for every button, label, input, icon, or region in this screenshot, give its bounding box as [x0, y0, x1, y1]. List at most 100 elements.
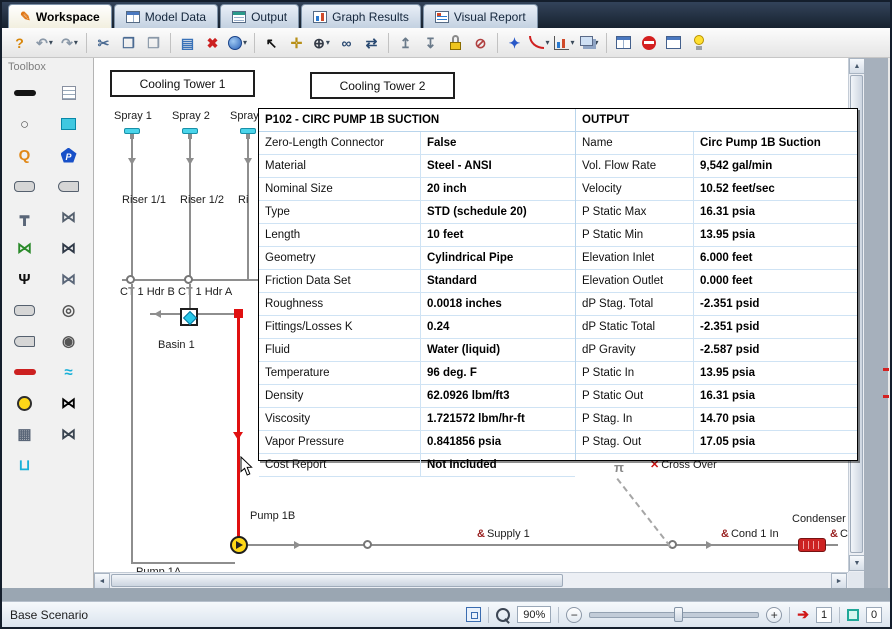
cooling-tower-1-box[interactable]: Cooling Tower 1 — [110, 70, 255, 97]
screen-tool[interactable]: ◉ — [54, 331, 84, 351]
venturi-tool[interactable] — [10, 331, 40, 351]
pipe-outlet-button[interactable]: ↧ — [419, 31, 442, 55]
horizontal-scrollbar[interactable]: ◄ ► — [94, 572, 848, 589]
workspace-layers-button[interactable]: ▾ — [578, 31, 601, 55]
pump-tool[interactable] — [10, 393, 40, 413]
zoom-out-button[interactable]: − — [566, 606, 583, 623]
workspace-layers-dropdown-icon[interactable]: ▾ — [594, 38, 598, 47]
tab-output[interactable]: Output — [220, 4, 300, 28]
copy-button[interactable]: ❐ — [117, 31, 140, 55]
spray-discharge-tool[interactable]: Ψ — [10, 269, 40, 289]
pipe-crossover-dashed[interactable] — [616, 478, 671, 548]
spray-node-2[interactable] — [182, 128, 198, 139]
crossover-valve-icon[interactable]: π — [614, 460, 624, 475]
zoom-button[interactable]: ⊕ ▾ — [310, 31, 333, 55]
lock-button[interactable] — [444, 31, 467, 55]
special-conditions-button[interactable]: ⊘ — [469, 31, 492, 55]
graph-results-icon — [313, 10, 328, 23]
jet-pump-tool[interactable] — [10, 362, 40, 382]
swap-button[interactable]: ⇄ — [360, 31, 383, 55]
horizontal-scrollbar-thumb[interactable] — [111, 574, 563, 587]
web-dropdown-icon[interactable]: ▾ — [243, 38, 247, 47]
zoom-slider-thumb[interactable] — [674, 606, 684, 622]
junction-supply[interactable] — [363, 540, 372, 549]
pipe-property-row: Vapor Pressure 0.841856 psia — [259, 431, 575, 454]
scroll-up-button[interactable]: ▲ — [849, 58, 865, 74]
orifice-tool[interactable]: ◎ — [54, 300, 84, 320]
fit-to-window-icon[interactable] — [466, 607, 482, 622]
pipe-drawing-button[interactable]: ▾ — [528, 31, 551, 55]
zoom-level[interactable]: 90% — [517, 606, 552, 623]
pan-hand-button[interactable]: ✛ — [285, 31, 308, 55]
pipe-p102-circ-pump-1b-suction[interactable] — [237, 314, 240, 546]
tab-model-data[interactable]: Model Data — [113, 4, 219, 28]
break-tool[interactable]: ○ — [10, 114, 40, 134]
junction-label-ct1-hdr-a: CT 1 Hdr A — [178, 286, 233, 298]
select-arrow-button[interactable]: ↖ — [260, 31, 283, 55]
reservoir-tool[interactable] — [54, 114, 84, 134]
scroll-left-button[interactable]: ◄ — [94, 573, 110, 589]
area-change-tool[interactable] — [10, 300, 40, 320]
tab-visual-report[interactable]: Visual Report — [422, 4, 538, 28]
pipe-tool[interactable] — [10, 83, 40, 103]
zoom-dropdown-icon[interactable]: ▾ — [326, 38, 330, 47]
assigned-flow-tool[interactable]: Q — [10, 145, 40, 165]
assigned-pressure-tool[interactable] — [54, 145, 84, 165]
annotation-tool[interactable] — [54, 83, 84, 103]
pipe-discharge-main[interactable] — [248, 544, 838, 546]
branch-tool[interactable] — [10, 176, 40, 196]
pipe-drawing-dropdown-icon[interactable]: ▾ — [545, 38, 549, 47]
junction-ct1-hdr-b[interactable] — [126, 275, 135, 284]
scroll-down-button[interactable]: ▼ — [849, 555, 865, 571]
zoom-in-button[interactable]: + — [766, 606, 783, 623]
no-entry-button[interactable] — [637, 31, 660, 55]
scroll-right-button[interactable]: ► — [831, 573, 847, 589]
pipe-basin-drop[interactable] — [189, 284, 191, 310]
spray-node-3[interactable] — [240, 128, 256, 139]
jet-pump-tool-icon — [13, 369, 36, 375]
gate-valve-tool[interactable]: ⋈ — [54, 424, 84, 444]
quick-tips-button[interactable] — [687, 31, 710, 55]
run-model-button[interactable]: ✦ — [503, 31, 526, 55]
tab-graph-results[interactable]: Graph Results — [301, 4, 421, 28]
tile-windows-button[interactable] — [612, 31, 635, 55]
cut-button[interactable]: ✂ — [92, 31, 115, 55]
print-button[interactable]: ▤ — [176, 31, 199, 55]
pipe-ct1-drop[interactable] — [131, 284, 133, 564]
paste-button[interactable]: ❒ — [142, 31, 165, 55]
tab-workspace[interactable]: ✎ Workspace — [8, 4, 112, 28]
web-button[interactable]: ▾ — [226, 31, 249, 55]
bend-tool[interactable] — [54, 176, 84, 196]
junction-ct1-hdr-a[interactable] — [184, 275, 193, 284]
pipe-basin-suction[interactable] — [198, 313, 236, 315]
pipe-ct1-header[interactable] — [122, 279, 268, 281]
pipe-pump-1a-suction[interactable] — [131, 562, 235, 564]
three-way-valve-tool[interactable]: ⋈ — [54, 393, 84, 413]
redo-dropdown-icon[interactable]: ▾ — [74, 38, 78, 47]
general-component-tool[interactable]: ▦ — [10, 424, 40, 444]
spray-node-1[interactable] — [124, 128, 140, 139]
zoom-slider[interactable] — [589, 606, 760, 622]
redo-button[interactable]: ↷ ▾ — [58, 31, 81, 55]
zoom-magnifier-icon — [496, 607, 511, 622]
relief-valve-tool[interactable]: ⋈ — [54, 269, 84, 289]
pump-1b-node[interactable] — [230, 536, 248, 554]
heat-exchanger-tool[interactable]: ≈ — [54, 362, 84, 382]
help-button[interactable]: ? — [8, 31, 31, 55]
output-window-button[interactable] — [662, 31, 685, 55]
delete-button[interactable]: ✖ — [201, 31, 224, 55]
control-valve-tool[interactable]: ⋈ — [54, 238, 84, 258]
valve-tool[interactable]: ⋈ — [54, 207, 84, 227]
cooling-tower-2-box[interactable]: Cooling Tower 2 — [310, 72, 455, 99]
undo-button[interactable]: ↶ ▾ — [33, 31, 56, 55]
volume-balance-tool[interactable]: ⊔ — [10, 455, 40, 475]
tee-wye-tool[interactable]: ┳ — [10, 207, 40, 227]
undo-dropdown-icon[interactable]: ▾ — [49, 38, 53, 47]
check-valve-tool[interactable]: ⋈ — [10, 238, 40, 258]
profile-graph-dropdown-icon[interactable]: ▾ — [570, 38, 574, 47]
profile-graph-button[interactable]: ▾ — [553, 31, 576, 55]
condenser-node[interactable] — [798, 538, 826, 552]
pipe-inlet-button[interactable]: ↥ — [394, 31, 417, 55]
find-button[interactable]: ∞ — [335, 31, 358, 55]
basin-1-node[interactable] — [180, 308, 198, 326]
